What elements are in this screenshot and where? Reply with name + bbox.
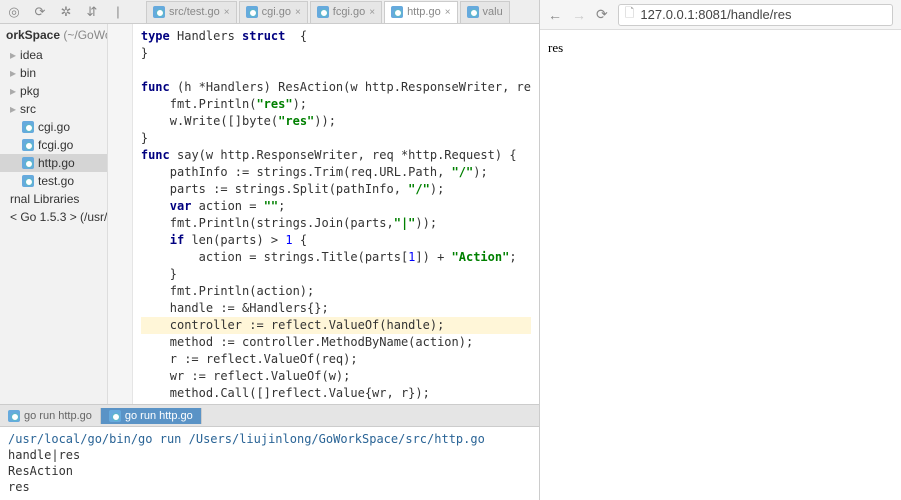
- editor-tab-label: src/test.go: [169, 6, 220, 18]
- response-body: res: [548, 40, 563, 55]
- go-file-icon: [22, 157, 34, 169]
- console-command: /usr/local/go/bin/go run /Users/liujinlo…: [8, 431, 531, 447]
- divider-icon: |: [110, 4, 126, 20]
- chevron-right-icon: ▸: [10, 66, 16, 80]
- chevron-right-icon: ▸: [10, 48, 16, 62]
- gear-icon[interactable]: ✲: [58, 4, 74, 20]
- go-file-icon: [153, 6, 165, 18]
- tree-file[interactable]: fcgi.go: [0, 136, 107, 154]
- close-icon[interactable]: ×: [369, 7, 375, 18]
- browser-pane: ← → ⟳ 🗋 127.0.0.1:8081/handle/res res: [540, 0, 901, 500]
- console-output[interactable]: /usr/local/go/bin/go run /Users/liujinlo…: [0, 426, 539, 500]
- editor-tab-label: valu: [483, 6, 503, 18]
- tree-item-label: pkg: [20, 84, 39, 98]
- tree-item-label: http.go: [38, 156, 75, 170]
- target-icon[interactable]: ◎: [6, 4, 22, 20]
- tree-folder[interactable]: ▸ pkg: [0, 82, 107, 100]
- project-sidebar[interactable]: orkSpace (~/GoWorkSpace) ▸ idea ▸ bin ▸ pkg ▸ s…: [0, 24, 108, 404]
- go-file-icon: [317, 6, 329, 18]
- tree-file[interactable]: test.go: [0, 172, 107, 190]
- editor-tab[interactable]: src/test.go ×: [146, 1, 237, 23]
- address-bar[interactable]: 🗋 127.0.0.1:8081/handle/res: [618, 4, 893, 26]
- go-file-icon: [246, 6, 258, 18]
- forward-icon[interactable]: →: [572, 7, 586, 23]
- console-line: ResAction: [8, 463, 531, 479]
- tree-item-label: bin: [20, 66, 36, 80]
- tree-file[interactable]: http.go: [0, 154, 107, 172]
- tree-folder[interactable]: ▸ idea: [0, 46, 107, 64]
- gutter: [108, 24, 133, 404]
- filter-icon[interactable]: ⇵: [84, 4, 100, 20]
- editor-tab[interactable]: fcgi.go ×: [310, 1, 382, 23]
- editor-tab-label: cgi.go: [262, 6, 291, 18]
- go-file-icon: [22, 121, 34, 133]
- tree-item-label: test.go: [38, 174, 74, 188]
- close-icon[interactable]: ×: [295, 7, 301, 18]
- run-tab-label: go run http.go: [24, 410, 92, 422]
- run-tool-window-tabs: go run http.go go run http.go: [0, 404, 539, 426]
- ide-pane: ◎ ⟳ ✲ ⇵ | src/test.go×cgi.go×fcgi.go×htt…: [0, 0, 540, 500]
- go-file-icon: [22, 175, 34, 187]
- back-icon[interactable]: ←: [548, 7, 562, 23]
- tree-item-label: cgi.go: [38, 120, 70, 134]
- console-line: handle|res: [8, 447, 531, 463]
- tree-file[interactable]: cgi.go: [0, 118, 107, 136]
- run-tab-label: go run http.go: [125, 410, 193, 422]
- go-file-icon: [467, 6, 479, 18]
- project-tree: ▸ idea ▸ bin ▸ pkg ▸ srccgi.go fcgi.go http.go tes…: [0, 46, 107, 226]
- tree-item-label: idea: [20, 48, 43, 62]
- tree-folder[interactable]: < Go 1.5.3 > (/usr/local/go): [0, 208, 107, 226]
- tree-item-label: fcgi.go: [38, 138, 73, 152]
- editor-tab-label: http.go: [407, 6, 441, 18]
- tree-folder[interactable]: rnal Libraries: [0, 190, 107, 208]
- browser-viewport[interactable]: res: [540, 30, 901, 66]
- ide-toolbar: ◎ ⟳ ✲ ⇵ | src/test.go×cgi.go×fcgi.go×htt…: [0, 0, 539, 24]
- tree-item-label: rnal Libraries: [10, 192, 79, 206]
- editor-tabs: src/test.go × cgi.go × fcgi.go × http.go × valu: [146, 1, 510, 23]
- go-file-icon: [22, 139, 34, 151]
- editor-tab[interactable]: valu: [460, 1, 510, 23]
- code[interactable]: type Handlers struct { } func (h *Handle…: [133, 24, 539, 404]
- sync-icon[interactable]: ⟳: [32, 4, 48, 20]
- go-file-icon: [391, 6, 403, 18]
- project-title: orkSpace (~/GoWorkSpace): [0, 24, 107, 46]
- tree-item-label: src: [20, 102, 36, 116]
- go-file-icon: [8, 410, 20, 422]
- url-text: 127.0.0.1:8081/handle/res: [640, 7, 791, 22]
- browser-toolbar: ← → ⟳ 🗋 127.0.0.1:8081/handle/res: [540, 0, 901, 30]
- project-path: (~/GoWorkSpace): [63, 28, 106, 42]
- tree-item-label: < Go 1.5.3 > (/usr/local/go): [10, 210, 108, 224]
- reload-icon[interactable]: ⟳: [596, 6, 608, 23]
- close-icon[interactable]: ×: [445, 7, 451, 18]
- go-file-icon: [109, 410, 121, 422]
- console-line: res: [8, 479, 531, 495]
- run-config-tab[interactable]: go run http.go: [0, 408, 101, 424]
- editor-tab-label: fcgi.go: [333, 6, 365, 18]
- editor-tab[interactable]: cgi.go ×: [239, 1, 308, 23]
- chevron-right-icon: ▸: [10, 84, 16, 98]
- close-icon[interactable]: ×: [224, 7, 230, 18]
- page-icon: 🗋: [625, 4, 635, 25]
- tree-folder[interactable]: ▸ src: [0, 100, 107, 118]
- project-name-partial: orkSpace: [6, 28, 60, 42]
- tree-folder[interactable]: ▸ bin: [0, 64, 107, 82]
- chevron-right-icon: ▸: [10, 102, 16, 116]
- editor-tab[interactable]: http.go ×: [384, 1, 457, 23]
- console-stdout: handle|resResActionres: [8, 447, 531, 495]
- editor-area[interactable]: type Handlers struct { } func (h *Handle…: [108, 24, 539, 404]
- run-config-tab[interactable]: go run http.go: [101, 408, 202, 424]
